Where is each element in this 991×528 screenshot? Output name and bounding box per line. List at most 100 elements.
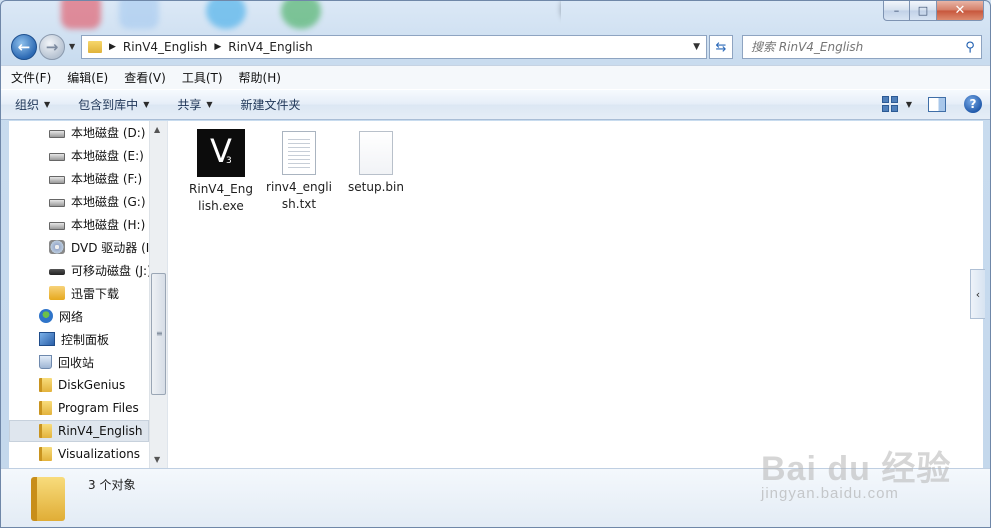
sidebar-item-label: 本地磁盘 (H:) xyxy=(71,217,146,232)
sidebar-item-label: 本地磁盘 (E:) xyxy=(71,148,144,163)
exe-icon-glyph: V xyxy=(210,132,232,170)
sidebar-item-label: 控制面板 xyxy=(61,332,110,347)
include-in-library-button[interactable]: 包含到库中 ▼ xyxy=(78,96,149,113)
sidebar-item-recycle-bin[interactable]: 回收站 xyxy=(39,351,94,373)
chevron-down-icon: ▼ xyxy=(206,100,213,109)
new-folder-label: 新建文件夹 xyxy=(240,98,301,112)
menu-tools[interactable]: 工具(T) xyxy=(182,69,223,86)
dvd-icon xyxy=(49,240,65,254)
navigation-scrollbar[interactable]: ▲ ≡ ▼ xyxy=(149,121,167,468)
folder-icon xyxy=(39,401,52,415)
change-view-icon[interactable] xyxy=(881,96,898,112)
sidebar-item-rinv4-english[interactable]: RinV4_English xyxy=(9,420,149,442)
sidebar-item-control-panel[interactable]: 控制面板 xyxy=(39,328,109,350)
sidebar-item-label: Program Files xyxy=(58,401,139,415)
address-history-dropdown[interactable]: ▼ xyxy=(693,42,700,52)
file-item[interactable]: setup.bin xyxy=(338,129,414,196)
sidebar-item-xunlei[interactable]: 迅雷下载 xyxy=(49,282,119,304)
breadcrumb-separator-icon[interactable]: ▶ xyxy=(109,42,116,52)
close-button[interactable]: ✕ xyxy=(937,1,984,21)
blurred-desktop-icon xyxy=(119,1,159,29)
share-label: 共享 xyxy=(177,98,202,112)
exe-icon-subscript: 3 xyxy=(226,156,232,166)
sidebar-item-program-files[interactable]: Program Files xyxy=(39,397,139,419)
folder-icon xyxy=(88,41,102,53)
sidebar-item-drive-f[interactable]: 本地磁盘 (F:) xyxy=(49,167,142,189)
folder-icon xyxy=(31,477,65,521)
search-input[interactable] xyxy=(751,40,959,54)
drive-icon xyxy=(49,129,65,138)
removable-disk-icon xyxy=(49,269,65,275)
details-pane: 3 个对象 xyxy=(1,468,990,527)
sidebar-item-network[interactable]: 网络 xyxy=(39,305,83,327)
recent-pages-dropdown[interactable]: ▼ xyxy=(69,42,75,51)
search-box: ⚲ xyxy=(742,35,982,59)
sidebar-item-label: DiskGenius xyxy=(58,378,126,392)
refresh-icon: ⇆ xyxy=(715,39,727,55)
maximize-button[interactable]: □ xyxy=(910,1,937,21)
chevron-down-icon: ▼ xyxy=(44,100,51,109)
expand-pane-button[interactable]: ‹ xyxy=(970,269,985,319)
chevron-down-icon: ▼ xyxy=(143,100,150,109)
drive-icon xyxy=(49,175,65,184)
explorer-window: – □ ✕ ← → ▼ ▶ RinV4_English ▶ RinV4_Engl… xyxy=(0,0,991,528)
drive-icon xyxy=(49,198,65,207)
blurred-desktop-icon xyxy=(206,1,246,29)
sidebar-item-drive-e[interactable]: 本地磁盘 (E:) xyxy=(49,144,144,166)
new-folder-button[interactable]: 新建文件夹 xyxy=(241,96,301,113)
item-count: 3 个对象 xyxy=(88,478,136,492)
blurred-desktop-icon xyxy=(281,1,321,29)
sidebar-item-label: RinV4_English xyxy=(58,424,143,438)
scrollbar-thumb[interactable]: ≡ xyxy=(151,273,166,395)
view-options-dropdown[interactable]: ▼ xyxy=(906,100,912,109)
sidebar-item-label: 迅雷下载 xyxy=(71,286,120,301)
sidebar-item-drive-g[interactable]: 本地磁盘 (G:) xyxy=(49,190,146,212)
folder-icon xyxy=(39,424,52,438)
xunlei-folder-icon xyxy=(49,286,65,300)
sidebar-item-drive-d[interactable]: 本地磁盘 (D:) xyxy=(49,121,145,143)
back-button[interactable]: ← xyxy=(11,34,37,60)
breadcrumb-item[interactable]: RinV4_English xyxy=(228,40,312,54)
menu-view[interactable]: 查看(V) xyxy=(124,69,166,86)
sidebar-item-label: 网络 xyxy=(59,309,84,324)
breadcrumb-item[interactable]: RinV4_English xyxy=(123,40,207,54)
window-caption-buttons: – □ ✕ xyxy=(883,1,984,21)
sidebar-item-label: 可移动磁盘 (J:) xyxy=(71,263,152,278)
scroll-down-icon[interactable]: ▼ xyxy=(154,455,160,464)
menu-edit[interactable]: 编辑(E) xyxy=(67,69,108,86)
sidebar-item-visualizations[interactable]: Visualizations xyxy=(39,443,140,465)
address-bar[interactable]: ▶ RinV4_English ▶ RinV4_English ▼ xyxy=(81,35,707,59)
breadcrumb-separator-icon[interactable]: ▶ xyxy=(214,42,221,52)
search-icon[interactable]: ⚲ xyxy=(959,40,981,55)
blank-file-icon xyxy=(359,131,393,175)
organize-button[interactable]: 组织 ▼ xyxy=(15,96,50,113)
sidebar-item-drive-h[interactable]: 本地磁盘 (H:) xyxy=(49,213,145,235)
menu-help[interactable]: 帮助(H) xyxy=(239,69,281,86)
file-item[interactable]: rinv4_english.txt xyxy=(261,129,337,213)
scroll-up-icon[interactable]: ▲ xyxy=(154,125,160,134)
file-item[interactable]: V 3 RinV4_English.exe xyxy=(183,129,259,215)
menu-file[interactable]: 文件(F) xyxy=(11,69,51,86)
sidebar-item-label: 本地磁盘 (D:) xyxy=(71,125,146,140)
exe-icon: V 3 xyxy=(197,129,245,177)
navigation-pane: 本地磁盘 (D:) 本地磁盘 (E:) 本地磁盘 (F:) 本地磁盘 (G:) … xyxy=(9,121,167,468)
minimize-button[interactable]: – xyxy=(883,1,910,21)
file-name: RinV4_English.exe xyxy=(189,182,253,213)
desktop-glass-background xyxy=(1,1,561,35)
drive-icon xyxy=(49,221,65,230)
grip-icon: ≡ xyxy=(156,329,163,338)
file-list[interactable]: V 3 RinV4_English.exe rinv4_english.txt … xyxy=(167,121,983,468)
sidebar-item-dvd-drive[interactable]: DVD 驱动器 (I xyxy=(49,236,149,258)
sidebar-item-diskgenius[interactable]: DiskGenius xyxy=(39,374,125,396)
file-name: rinv4_english.txt xyxy=(266,180,332,211)
folder-icon xyxy=(39,447,52,461)
preview-pane-icon[interactable] xyxy=(928,96,946,112)
arrow-right-icon: → xyxy=(45,38,59,56)
forward-button[interactable]: → xyxy=(39,34,65,60)
help-icon[interactable]: ? xyxy=(964,95,982,113)
share-button[interactable]: 共享 ▼ xyxy=(177,96,212,113)
sidebar-item-label: 本地磁盘 (F:) xyxy=(71,171,143,186)
sidebar-item-label: 回收站 xyxy=(58,355,95,370)
refresh-button[interactable]: ⇆ xyxy=(709,35,733,59)
sidebar-item-removable-disk[interactable]: 可移动磁盘 (J:) xyxy=(49,259,152,281)
